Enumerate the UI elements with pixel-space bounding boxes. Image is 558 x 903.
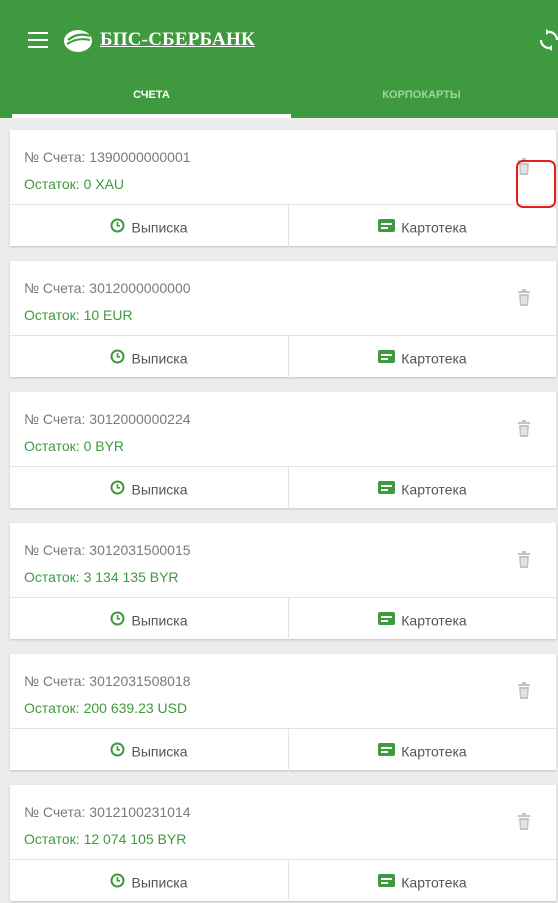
card-file-label: Картотека	[401, 350, 467, 367]
account-actions: Выписка Картотека	[10, 335, 556, 378]
clock-icon	[110, 873, 125, 888]
statement-button[interactable]: Выписка	[10, 467, 289, 509]
tabs: СЧЕТА КОРПОКАРТЫ	[0, 80, 558, 118]
tab-indicator	[12, 114, 291, 118]
account-actions: Выписка Картотека	[10, 597, 556, 640]
card-file-icon	[378, 874, 396, 888]
account-actions: Выписка Картотека	[10, 204, 556, 247]
card-file-button[interactable]: Картотека	[289, 205, 556, 247]
account-number: № Счета: 3012000000224	[24, 411, 191, 427]
card-file-label: Картотека	[401, 743, 467, 760]
sync-icon[interactable]	[538, 28, 558, 52]
statement-label: Выписка	[131, 874, 188, 891]
account-card: № Счета: 1390000000001 Остаток: 0 XAU Вы…	[10, 130, 556, 247]
account-info: № Счета: 3012031500015 Остаток: 3 134 13…	[10, 523, 556, 597]
account-actions: Выписка Картотека	[10, 728, 556, 771]
tab-accounts[interactable]: СЧЕТА	[12, 80, 291, 114]
clock-icon	[110, 218, 125, 233]
account-balance: Остаток: 0 BYR	[24, 438, 125, 454]
account-balance: Остаток: 3 134 135 BYR	[24, 569, 179, 585]
account-number: № Счета: 1390000000001	[24, 149, 191, 165]
statement-label: Выписка	[131, 743, 188, 760]
card-file-button[interactable]: Картотека	[289, 860, 556, 902]
account-info: № Счета: 3012000000224 Остаток: 0 BYR	[10, 392, 556, 466]
statement-button[interactable]: Выписка	[10, 729, 289, 771]
trash-icon[interactable]	[516, 682, 532, 700]
account-balance: Остаток: 12 074 105 BYR	[24, 831, 187, 847]
card-file-icon	[378, 612, 396, 626]
tab-corporate-cards[interactable]: КОРПОКАРТЫ	[282, 80, 558, 114]
card-file-icon	[378, 481, 396, 495]
account-number: № Счета: 3012031500015	[24, 542, 191, 558]
account-balance: Остаток: 0 XAU	[24, 176, 125, 192]
toolbar: БПС-СБЕРБАНК	[0, 0, 558, 80]
statement-button[interactable]: Выписка	[10, 205, 289, 247]
statement-button[interactable]: Выписка	[10, 860, 289, 902]
card-file-label: Картотека	[401, 481, 467, 498]
account-number: № Счета: 3012100231014	[24, 804, 191, 820]
statement-label: Выписка	[131, 350, 188, 367]
account-info: № Счета: 3012100231014 Остаток: 12 074 1…	[10, 785, 556, 859]
account-balance: Остаток: 200 639.23 USD	[24, 700, 188, 716]
account-card: № Счета: 3012000000224 Остаток: 0 BYR Вы…	[10, 392, 556, 509]
statement-button[interactable]: Выписка	[10, 336, 289, 378]
account-card: № Счета: 3012000000000 Остаток: 10 EUR В…	[10, 261, 556, 378]
account-actions: Выписка Картотека	[10, 466, 556, 509]
hamburger-menu-icon[interactable]	[28, 32, 48, 48]
trash-icon[interactable]	[516, 813, 532, 831]
app-bar: БПС-СБЕРБАНК СЧЕТА КОРПОКАРТЫ	[0, 0, 558, 118]
account-number: № Счета: 3012000000000	[24, 280, 191, 296]
card-file-label: Картотека	[401, 874, 467, 891]
delete-highlight-box	[516, 160, 556, 208]
account-info: № Счета: 3012031508018 Остаток: 200 639.…	[10, 654, 556, 728]
card-file-icon	[378, 219, 396, 233]
statement-label: Выписка	[131, 219, 188, 236]
card-file-label: Картотека	[401, 612, 467, 629]
statement-label: Выписка	[131, 612, 188, 629]
trash-icon[interactable]	[516, 551, 532, 569]
card-file-button[interactable]: Картотека	[289, 467, 556, 509]
card-file-icon	[378, 350, 396, 364]
account-card: № Счета: 3012031500015 Остаток: 3 134 13…	[10, 523, 556, 640]
account-number: № Счета: 3012031508018	[24, 673, 191, 689]
brand-title: БПС-СБЕРБАНК	[100, 29, 255, 50]
account-info: № Счета: 1390000000001 Остаток: 0 XAU	[10, 130, 556, 204]
account-info: № Счета: 3012000000000 Остаток: 10 EUR	[10, 261, 556, 335]
card-file-icon	[378, 743, 396, 757]
card-file-button[interactable]: Картотека	[289, 729, 556, 771]
statement-button[interactable]: Выписка	[10, 598, 289, 640]
clock-icon	[110, 742, 125, 757]
card-file-button[interactable]: Картотека	[289, 598, 556, 640]
sberbank-logo-icon	[64, 30, 92, 52]
clock-icon	[110, 349, 125, 364]
account-actions: Выписка Картотека	[10, 859, 556, 902]
account-card: № Счета: 3012031508018 Остаток: 200 639.…	[10, 654, 556, 771]
clock-icon	[110, 611, 125, 626]
trash-icon[interactable]	[516, 420, 532, 438]
clock-icon	[110, 480, 125, 495]
trash-icon[interactable]	[516, 289, 532, 307]
card-file-label: Картотека	[401, 219, 467, 236]
account-balance: Остаток: 10 EUR	[24, 307, 133, 323]
account-card: № Счета: 3012100231014 Остаток: 12 074 1…	[10, 785, 556, 902]
card-file-button[interactable]: Картотека	[289, 336, 556, 378]
statement-label: Выписка	[131, 481, 188, 498]
